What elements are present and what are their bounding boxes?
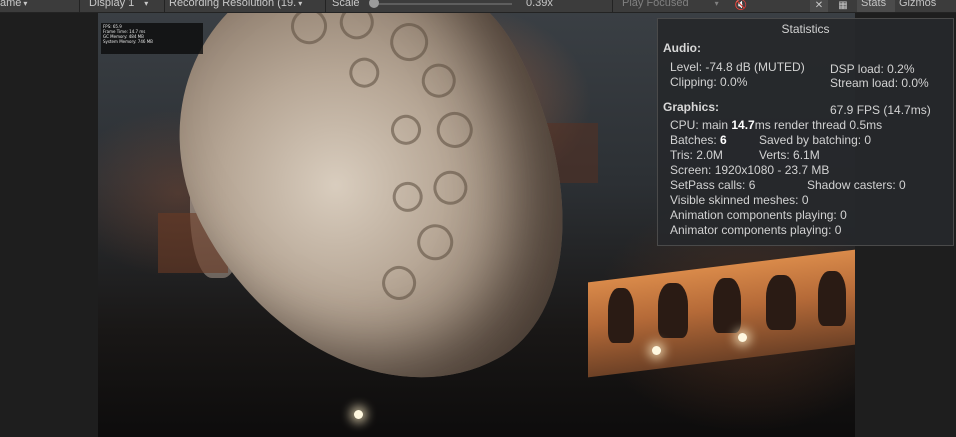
floor-lamp bbox=[652, 346, 661, 355]
frieze-figure bbox=[766, 275, 796, 330]
visible-skinned-meshes: Visible skinned meshes: 0 bbox=[670, 193, 809, 207]
screen-info: Screen: 1920x1080 - 23.7 MB bbox=[670, 163, 830, 177]
scale-slider-track[interactable] bbox=[374, 3, 512, 5]
play-focused-dropdown[interactable]: Play Focused ▾ bbox=[622, 0, 719, 12]
scale-slider-handle[interactable] bbox=[369, 0, 379, 8]
setpass-calls: SetPass calls: 6 bbox=[670, 178, 756, 192]
saved-by-batching: Saved by batching: 0 bbox=[759, 133, 872, 147]
frieze-figure bbox=[658, 283, 688, 338]
statistics-title: Statistics bbox=[781, 22, 830, 36]
frieze-figure bbox=[713, 278, 741, 333]
hair-curl bbox=[344, 52, 385, 93]
frieze-figure bbox=[608, 288, 634, 343]
audio-level: Level: -74.8 dB (MUTED) bbox=[670, 60, 805, 74]
scale-label: Scale bbox=[332, 0, 360, 9]
hair-curl bbox=[385, 109, 427, 151]
stats-toggle-button[interactable]: Stats bbox=[857, 0, 895, 12]
floor-lamp bbox=[738, 333, 747, 342]
chevron-down-icon: ▾ bbox=[144, 0, 149, 8]
hair-curl bbox=[415, 57, 462, 104]
dsp-load: DSP load: 0.2% bbox=[830, 62, 915, 76]
audio-header: Audio: bbox=[663, 41, 701, 55]
game-tab[interactable]: ame ▾ bbox=[0, 0, 27, 12]
mini-system-memory: System Memory: 746 MB bbox=[103, 39, 153, 44]
shadow-casters: Shadow casters: 0 bbox=[807, 178, 906, 192]
mute-audio-icon[interactable]: 🔇 bbox=[732, 0, 750, 12]
tris-count: Tris: 2.0M bbox=[670, 148, 723, 162]
toolbar-divider bbox=[164, 0, 165, 12]
hair-curl bbox=[427, 164, 474, 211]
chevron-down-icon: ▾ bbox=[714, 0, 719, 8]
hair-curl bbox=[430, 105, 480, 155]
stats-icon[interactable]: ✕ bbox=[810, 0, 828, 12]
grid-icon[interactable]: ▦ bbox=[834, 0, 852, 12]
statistics-panel: Statistics Audio: Level: -74.8 dB (MUTED… bbox=[657, 18, 954, 246]
scale-value: 0.39x bbox=[526, 0, 553, 9]
audio-clipping: Clipping: 0.0% bbox=[670, 75, 748, 89]
stream-load: Stream load: 0.0% bbox=[830, 76, 929, 90]
hair-curl bbox=[383, 16, 435, 68]
hair-curl bbox=[333, 13, 380, 46]
cpu-time: CPU: main 14.7ms render thread 0.5ms bbox=[670, 118, 883, 132]
toolbar-divider bbox=[325, 0, 326, 12]
hair-curl bbox=[376, 259, 423, 306]
resolution-dropdown[interactable]: Recording Resolution (19. ▾ bbox=[169, 0, 302, 12]
hair-curl bbox=[410, 217, 460, 267]
fps-readout: 67.9 FPS (14.7ms) bbox=[830, 103, 931, 117]
floor-lamp bbox=[354, 410, 363, 419]
frieze-figure bbox=[818, 271, 846, 326]
animation-components: Animation components playing: 0 bbox=[670, 208, 847, 222]
hair-curl bbox=[387, 176, 428, 218]
animator-components: Animator components playing: 0 bbox=[670, 223, 842, 237]
chevron-down-icon: ▾ bbox=[298, 0, 303, 8]
gizmos-dropdown[interactable]: Gizmos bbox=[899, 0, 936, 9]
verts-count: Verts: 6.1M bbox=[759, 148, 820, 162]
toolbar-divider bbox=[612, 0, 613, 12]
toolbar-divider bbox=[79, 0, 80, 12]
display-dropdown[interactable]: Display 1 ▾ bbox=[89, 0, 148, 12]
batches: Batches: 6 bbox=[670, 133, 727, 147]
graphics-header: Graphics: bbox=[663, 100, 720, 114]
in-game-stats-overlay: FPS: 65.9 Frame Time: 14.7 ms GC Memory:… bbox=[101, 23, 203, 54]
chevron-down-icon: ▾ bbox=[23, 0, 28, 8]
game-view-toolbar: ame ▾ Display 1 ▾ Recording Resolution (19… bbox=[0, 0, 956, 13]
hair-curl bbox=[284, 13, 334, 51]
